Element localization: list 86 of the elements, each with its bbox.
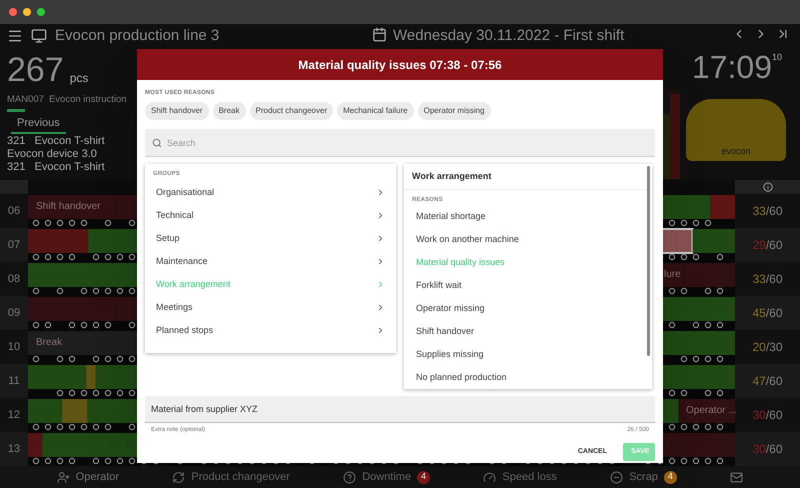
monitor-icon[interactable]	[31, 28, 47, 44]
group-item[interactable]: Setup	[145, 227, 396, 250]
done-count: 47	[752, 373, 766, 390]
reason-item[interactable]: Forklift wait	[404, 274, 647, 297]
previous-tab[interactable]: Previous	[11, 116, 66, 134]
reason-chip[interactable]: Break	[212, 102, 246, 120]
quantity-value: 267	[7, 53, 64, 87]
chevron-icon	[376, 303, 385, 312]
reason-chip[interactable]: Mechanical failure	[337, 102, 414, 120]
reason-item[interactable]: Shift handover	[404, 320, 647, 343]
target-count: /60	[766, 305, 783, 322]
group-item[interactable]: Meetings	[145, 296, 396, 319]
done-count: 20	[752, 339, 766, 356]
count-badge: 4	[417, 470, 430, 484]
clock: 17:09	[692, 51, 772, 83]
calendar-icon[interactable]	[372, 27, 387, 42]
note-field[interactable]: Material from supplier XYZ	[145, 396, 655, 423]
info-icon[interactable]	[762, 182, 772, 192]
order-code: MAN007	[7, 93, 44, 107]
target-count: /60	[766, 203, 783, 220]
target-count: /60	[766, 237, 783, 254]
shift-title: Wednesday 30.11.2022 - First shift	[393, 27, 624, 45]
reasons-title: Work arrangement	[412, 170, 492, 183]
reason-item[interactable]: Operator missing	[404, 297, 647, 320]
reason-item[interactable]: Supplies missing	[404, 343, 647, 366]
order-name: Evocon instruction	[48, 93, 127, 107]
hour-column-header	[0, 180, 28, 194]
scrap-icon[interactable]	[610, 470, 624, 484]
reason-item[interactable]: Work on another machine	[404, 228, 647, 251]
segment-label: Operator ...	[686, 405, 737, 417]
reason-chip[interactable]: Operator missing	[418, 102, 491, 120]
done-count: 29	[752, 237, 766, 254]
target-count: /60	[766, 407, 783, 424]
group-item[interactable]: Organisational	[145, 181, 396, 204]
product-line: 321 Evocon T-shirt	[7, 135, 105, 148]
mail-icon[interactable]	[730, 470, 744, 484]
segment-label: lure	[664, 269, 681, 281]
chevron-icon	[376, 280, 385, 289]
quantity-unit: pcs	[70, 70, 88, 87]
chevron-icon	[376, 326, 385, 335]
reason-chip[interactable]: Shift handover	[145, 102, 209, 120]
progress-mark	[7, 109, 25, 112]
product-line: 321 Evocon T-shirt	[7, 161, 105, 174]
chevron-icon	[376, 234, 385, 243]
target-count: /30	[766, 339, 783, 356]
done-count: 30	[752, 407, 766, 424]
chevron-icon	[376, 257, 385, 266]
group-item[interactable]: Planned stops	[145, 319, 396, 342]
search-field[interactable]: Search	[145, 129, 655, 157]
done-count: 45	[752, 305, 766, 322]
menu-icon[interactable]	[7, 28, 23, 44]
group-item[interactable]: Technical	[145, 204, 396, 227]
target-count: /60	[766, 441, 783, 458]
target-count: /60	[766, 373, 783, 390]
speed-icon[interactable]	[483, 470, 496, 484]
reason-chip[interactable]: Product changeover	[250, 102, 334, 120]
scrollbar[interactable]	[647, 166, 650, 356]
maximize-icon[interactable]	[37, 8, 45, 16]
product-line: Evocon device 3.0	[7, 148, 97, 160]
minimize-icon[interactable]	[23, 8, 31, 16]
changeover-icon[interactable]	[172, 470, 186, 484]
target-count: /60	[766, 271, 783, 288]
dialog-title: Material quality issues 07:38 - 07:56	[298, 56, 502, 74]
hour-label: 07	[0, 228, 28, 262]
line-title: Evocon production line 3	[55, 27, 220, 45]
chevron-icon	[376, 188, 385, 197]
clock-seconds: 10	[772, 51, 782, 64]
mascot-text: evocon	[721, 144, 751, 158]
segment-label: Break	[36, 337, 62, 349]
hour-label: 11	[0, 364, 28, 398]
done-count: 30	[752, 441, 766, 458]
chevron-icon	[376, 211, 385, 220]
segment-label: Shift handover	[36, 201, 100, 213]
operator-icon[interactable]	[56, 470, 70, 484]
downtime-icon[interactable]	[343, 470, 356, 484]
bottom-bar-label[interactable]: Operator	[76, 468, 120, 486]
hour-label: 13	[0, 432, 28, 466]
group-item[interactable]: Maintenance	[145, 250, 396, 273]
reason-item[interactable]: No planned production	[404, 366, 647, 389]
search-icon	[152, 138, 162, 148]
reason-item[interactable]: Material shortage	[404, 205, 647, 228]
count-badge: 4	[664, 470, 677, 484]
hour-label: 09	[0, 296, 28, 330]
done-count: 33	[752, 271, 766, 288]
close-icon[interactable]	[9, 8, 17, 16]
done-count: 33	[752, 203, 766, 220]
